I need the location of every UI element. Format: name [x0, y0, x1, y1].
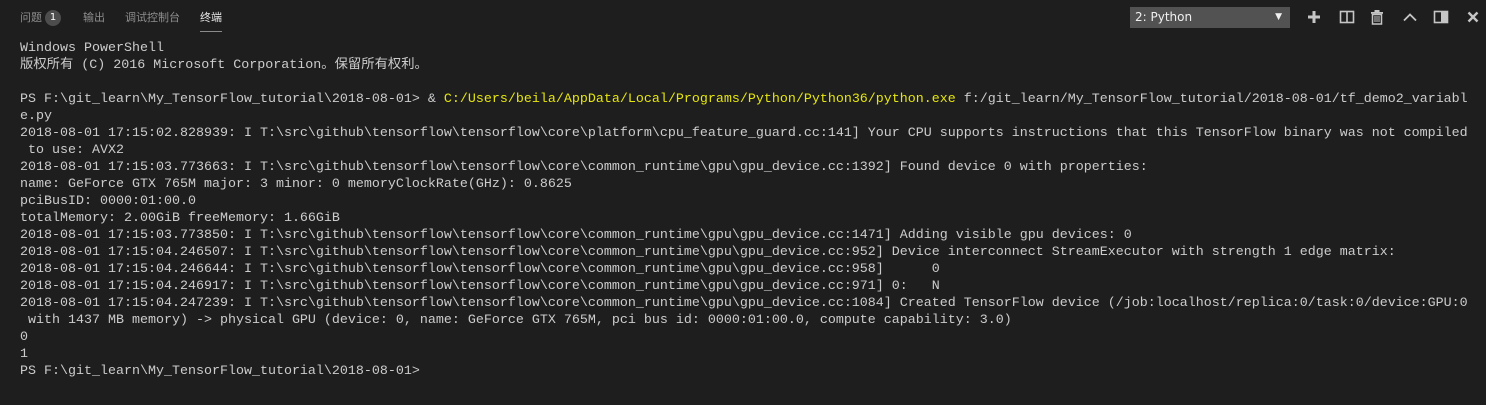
terminal-line: name: GeForce GTX 765M major: 3 minor: 0… — [20, 176, 1468, 193]
terminal-line: 2018-08-01 17:15:04.246917: I T:\src\git… — [20, 278, 1468, 295]
terminal-line: 版权所有 (C) 2016 Microsoft Corporation。保留所有… — [20, 57, 1468, 74]
terminal-line: e.py — [20, 108, 1468, 125]
terminal-text: name: GeForce GTX 765M major: 3 minor: 0… — [20, 177, 572, 192]
terminal-text: 2018-08-01 17:15:04.247239: I T:\src\git… — [20, 296, 1468, 311]
tab-output[interactable]: 输出 — [83, 10, 105, 26]
terminal-line: 2018-08-01 17:15:02.828939: I T:\src\git… — [20, 125, 1468, 142]
terminal-line: with 1437 MB memory) -> physical GPU (de… — [20, 312, 1468, 329]
tab-label: 调试控制台 — [125, 11, 180, 24]
terminal-line: 0 — [20, 329, 1468, 346]
terminal-text: 2018-08-01 17:15:03.773663: I T:\src\git… — [20, 160, 1148, 175]
terminal-line: 2018-08-01 17:15:04.246507: I T:\src\git… — [20, 244, 1468, 261]
terminal-line: PS F:\git_learn\My_TensorFlow_tutorial\2… — [20, 91, 1468, 108]
tab-terminal[interactable]: 终端 — [200, 10, 222, 32]
problems-count-badge: 1 — [45, 10, 61, 26]
terminal-text: 2018-08-01 17:15:03.773850: I T:\src\git… — [20, 228, 1132, 243]
terminal-text: totalMemory: 2.00GiB freeMemory: 1.66GiB — [20, 211, 340, 226]
tab-label: 终端 — [200, 11, 222, 24]
terminal-line: 2018-08-01 17:15:03.773663: I T:\src\git… — [20, 159, 1468, 176]
terminal-text: to use: AVX2 — [20, 143, 124, 158]
terminal-text: f:/git_learn/My_TensorFlow_tutorial/2018… — [955, 92, 1468, 107]
tab-label: 输出 — [83, 11, 105, 24]
trash-icon[interactable] — [1369, 9, 1385, 25]
split-icon[interactable] — [1339, 9, 1355, 25]
terminal-text: 版权所有 (C) 2016 Microsoft Corporation。保留所有… — [20, 58, 428, 73]
terminal-select-value: 2: Python — [1135, 10, 1193, 24]
terminal-text: 2018-08-01 17:15:04.246507: I T:\src\git… — [20, 245, 1396, 260]
tab-label: 问题 — [20, 11, 42, 24]
terminal-line: pciBusID: 0000:01:00.0 — [20, 193, 1468, 210]
terminal-line: PS F:\git_learn\My_TensorFlow_tutorial\2… — [20, 363, 1468, 380]
close-icon[interactable] — [1465, 9, 1481, 25]
terminal-text: 1 — [20, 347, 28, 362]
terminal-text: 2018-08-01 17:15:02.828939: I T:\src\git… — [20, 126, 1468, 141]
terminal-text: PS F:\git_learn\My_TensorFlow_tutorial\2… — [20, 92, 444, 107]
terminal-line: to use: AVX2 — [20, 142, 1468, 159]
terminal-line: 2018-08-01 17:15:04.246644: I T:\src\git… — [20, 261, 1468, 278]
panel-tab-bar: 问题 1 输出 调试控制台 终端 2: Python ▼ — [0, 0, 1486, 35]
terminal-line: 2018-08-01 17:15:04.247239: I T:\src\git… — [20, 295, 1468, 312]
terminal-select-dropdown[interactable]: 2: Python ▼ — [1130, 7, 1290, 28]
chevron-up-icon[interactable] — [1402, 9, 1418, 25]
terminal-line: totalMemory: 2.00GiB freeMemory: 1.66GiB — [20, 210, 1468, 227]
terminal-text: 2018-08-01 17:15:04.246644: I T:\src\git… — [20, 262, 940, 277]
terminal-line: Windows PowerShell — [20, 40, 1468, 57]
tab-problems[interactable]: 问题 1 — [20, 10, 61, 26]
terminal-text: pciBusID: 0000:01:00.0 — [20, 194, 196, 209]
terminal-text: 2018-08-01 17:15:04.246917: I T:\src\git… — [20, 279, 940, 294]
terminal-text: e.py — [20, 109, 52, 124]
terminal-text: Windows PowerShell — [20, 41, 164, 56]
terminal-line: 1 — [20, 346, 1468, 363]
maximize-panel-icon[interactable] — [1433, 9, 1449, 25]
command-path: C:/Users/beila/AppData/Local/Programs/Py… — [443, 92, 956, 107]
terminal-output[interactable]: Windows PowerShell 版权所有 (C) 2016 Microsof… — [20, 40, 1468, 380]
terminal-text: PS F:\git_learn\My_TensorFlow_tutorial\2… — [20, 364, 420, 379]
plus-icon[interactable] — [1306, 9, 1322, 25]
terminal-text: 0 — [20, 330, 28, 345]
terminal-line: 2018-08-01 17:15:03.773850: I T:\src\git… — [20, 227, 1468, 244]
terminal-text: with 1437 MB memory) -> physical GPU (de… — [20, 313, 1012, 328]
tab-debug-console[interactable]: 调试控制台 — [125, 10, 180, 26]
dropdown-arrow-icon: ▼ — [1275, 12, 1282, 22]
